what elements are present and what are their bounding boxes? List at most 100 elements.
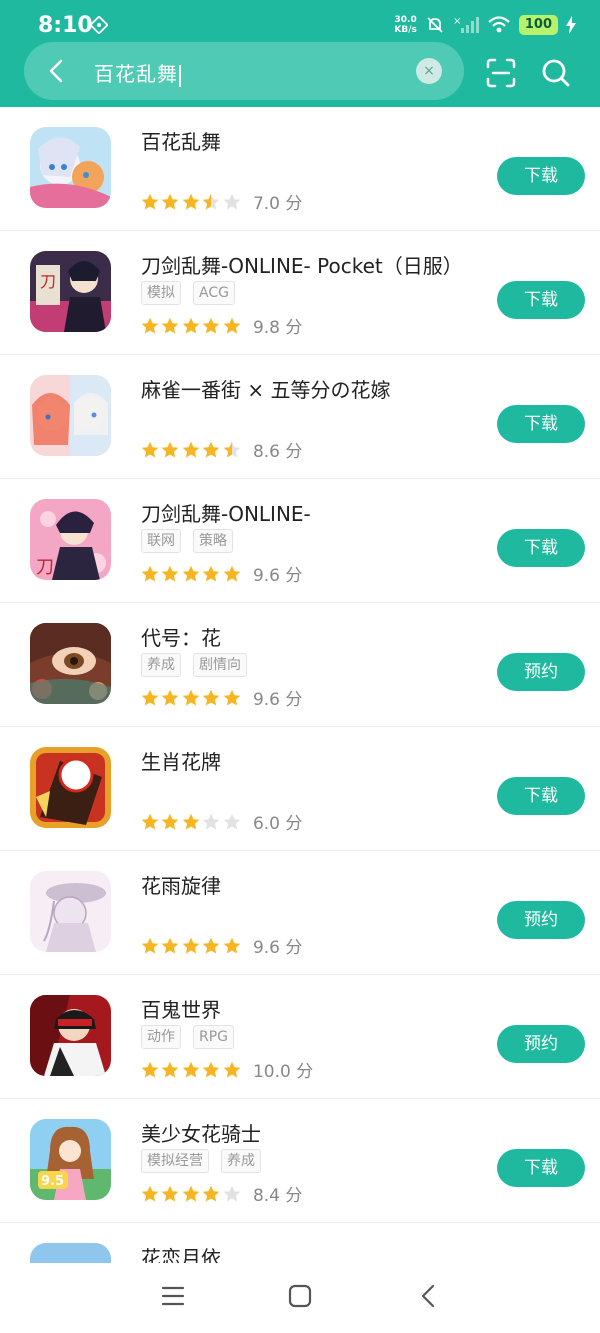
tag[interactable]: 模拟 xyxy=(141,281,181,305)
star-icon xyxy=(202,193,220,209)
search-icon[interactable] xyxy=(540,57,572,89)
tag[interactable]: 剧情向 xyxy=(193,653,247,677)
app-title[interactable]: 花恋月依 xyxy=(141,1242,221,1263)
app-icon[interactable] xyxy=(30,1243,111,1263)
rating: 9.6 分 xyxy=(141,933,302,958)
reserve-button[interactable]: 预约 xyxy=(497,653,585,691)
app-title[interactable]: 百鬼世界 xyxy=(141,994,221,1023)
star-icon xyxy=(162,441,179,457)
star-icon xyxy=(162,565,179,581)
search-box[interactable]: 百花乱舞 × xyxy=(24,42,464,100)
search-results-list[interactable]: 百花乱舞 7.0 分 下载 刀 刀剑乱舞-ONLINE- Pocket（日服） … xyxy=(0,107,600,1263)
app-icon[interactable] xyxy=(30,747,111,828)
tag[interactable]: RPG xyxy=(193,1025,235,1049)
list-item[interactable]: 刀 刀剑乱舞-ONLINE- 联网 策略 9.6 分 下载 xyxy=(0,479,600,603)
app-icon[interactable] xyxy=(30,995,111,1076)
search-query: 百花乱舞 xyxy=(94,62,178,86)
download-button[interactable]: 下载 xyxy=(497,529,585,567)
rating-score: 9.8 分 xyxy=(252,318,303,338)
star-icon xyxy=(141,689,159,705)
star-icon xyxy=(182,813,200,829)
app-icon[interactable] xyxy=(30,375,111,456)
app-icon[interactable] xyxy=(30,871,111,952)
download-button[interactable]: 下载 xyxy=(497,1149,585,1187)
star-icon xyxy=(162,937,179,953)
list-item[interactable]: 刀 刀剑乱舞-ONLINE- Pocket（日服） 模拟 ACG 9.8 分 下… xyxy=(0,231,600,355)
star-icon xyxy=(141,193,159,209)
status-time: 8:10 xyxy=(38,13,93,38)
star-rating xyxy=(141,441,243,459)
list-item[interactable]: 麻雀一番街 × 五等分の花嫁 8.6 分 下载 xyxy=(0,355,600,479)
net-speed-unit: KB/s xyxy=(394,25,417,35)
app-title[interactable]: 百花乱舞 xyxy=(141,126,221,155)
charging-icon xyxy=(566,16,576,34)
list-item[interactable]: 百花乱舞 7.0 分 下载 xyxy=(0,107,600,231)
list-item[interactable]: 生肖花牌 6.0 分 下载 xyxy=(0,727,600,851)
download-button[interactable]: 下载 xyxy=(497,777,585,815)
tag[interactable]: ACG xyxy=(193,281,235,305)
rating-score: 8.4 分 xyxy=(252,1186,303,1206)
app-header: 8:10 30.0 KB/s × 100 百花乱舞 × xyxy=(0,0,600,107)
download-button[interactable]: 下载 xyxy=(497,281,585,319)
menu-icon[interactable] xyxy=(160,1283,186,1309)
list-item[interactable]: 代号：花 养成 剧情向 9.6 分 预约 xyxy=(0,603,600,727)
app-title[interactable]: 麻雀一番街 × 五等分の花嫁 xyxy=(141,374,390,403)
star-icon xyxy=(182,441,200,457)
net-speed-value: 30.0 xyxy=(394,15,417,25)
download-button[interactable]: 下载 xyxy=(497,405,585,443)
app-title[interactable]: 美少女花骑士 xyxy=(141,1118,261,1147)
star-icon xyxy=(141,317,159,333)
reserve-button[interactable]: 预约 xyxy=(497,1025,585,1063)
back-arrow-icon[interactable] xyxy=(44,58,70,84)
app-title[interactable]: 代号：花 xyxy=(141,622,221,651)
star-icon xyxy=(162,317,179,333)
tag[interactable]: 养成 xyxy=(221,1149,261,1173)
rating-score: 7.0 分 xyxy=(252,194,303,214)
nav-back-icon[interactable] xyxy=(416,1283,442,1309)
rating: 9.6 分 xyxy=(141,685,302,710)
svg-text:刀: 刀 xyxy=(40,272,56,291)
rating-score: 8.6 分 xyxy=(252,442,303,462)
list-item[interactable]: 9.5 美少女花骑士 模拟经营 养成 8.4 分 下载 xyxy=(0,1099,600,1223)
app-title[interactable]: 刀剑乱舞-ONLINE- xyxy=(141,498,311,527)
tag[interactable]: 策略 xyxy=(193,529,233,553)
list-item[interactable]: 花恋月依 xyxy=(0,1223,600,1263)
star-icon xyxy=(141,565,159,581)
search-row: 百花乱舞 × xyxy=(0,42,600,102)
search-input[interactable]: 百花乱舞 xyxy=(94,58,181,87)
scan-icon[interactable] xyxy=(485,57,517,89)
list-item[interactable]: 百鬼世界 动作 RPG 10.0 分 预约 xyxy=(0,975,600,1099)
text-cursor xyxy=(179,64,181,87)
tag[interactable]: 模拟经营 xyxy=(141,1149,209,1173)
app-title[interactable]: 生肖花牌 xyxy=(141,746,221,775)
app-icon[interactable]: 9.5 xyxy=(30,1119,111,1200)
clear-icon[interactable]: × xyxy=(416,58,442,84)
svg-text:9.5: 9.5 xyxy=(41,1174,64,1189)
app-icon[interactable] xyxy=(30,127,111,208)
rating-score: 9.6 分 xyxy=(252,566,303,586)
app-icon[interactable] xyxy=(30,623,111,704)
rating: 8.6 分 xyxy=(141,437,302,462)
tag-list: 养成 剧情向 xyxy=(141,653,247,677)
app-title[interactable]: 刀剑乱舞-ONLINE- Pocket（日服） xyxy=(141,250,463,279)
star-icon xyxy=(202,1185,220,1201)
download-button[interactable]: 下载 xyxy=(497,157,585,195)
app-icon[interactable]: 刀 xyxy=(30,251,111,332)
reserve-button[interactable]: 预约 xyxy=(497,901,585,939)
home-icon[interactable] xyxy=(287,1283,313,1309)
tag[interactable]: 联网 xyxy=(141,529,181,553)
star-icon xyxy=(182,565,200,581)
signal-icon: × xyxy=(453,16,479,33)
rating: 8.4 分 xyxy=(141,1181,302,1206)
app-icon[interactable]: 刀 xyxy=(30,499,111,580)
star-rating xyxy=(141,317,243,335)
app-title[interactable]: 花雨旋律 xyxy=(141,870,221,899)
list-item[interactable]: 花雨旋律 9.6 分 预约 xyxy=(0,851,600,975)
tag[interactable]: 动作 xyxy=(141,1025,181,1049)
star-icon xyxy=(202,689,220,705)
rating-score: 6.0 分 xyxy=(252,814,303,834)
star-icon xyxy=(141,1185,159,1201)
tag[interactable]: 养成 xyxy=(141,653,181,677)
rating-score: 9.6 分 xyxy=(252,690,303,710)
star-icon xyxy=(141,441,159,457)
